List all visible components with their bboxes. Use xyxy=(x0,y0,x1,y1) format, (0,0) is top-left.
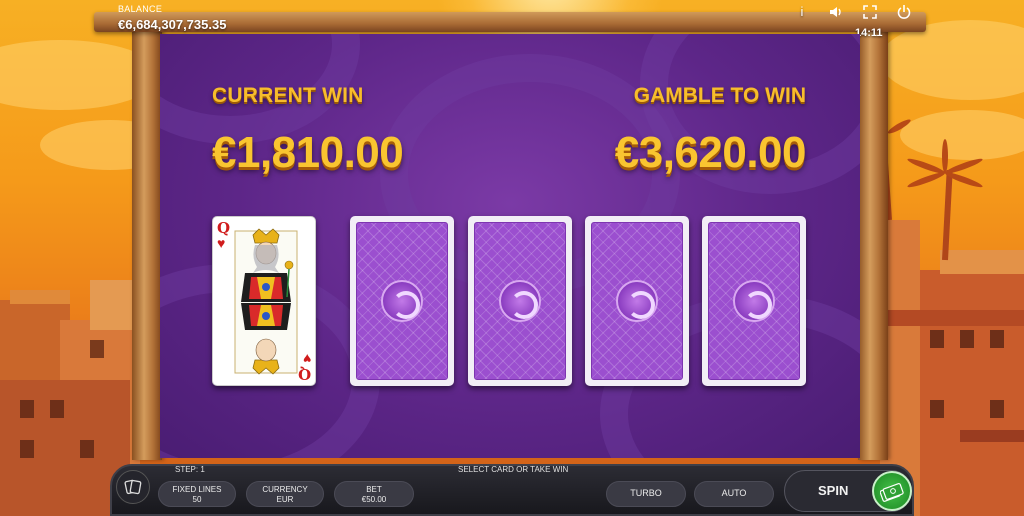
window xyxy=(80,440,94,458)
fixed-lines-label: FIXED LINES xyxy=(172,485,222,494)
roof xyxy=(940,250,1024,274)
fullscreen-icon[interactable] xyxy=(862,4,878,20)
face-down-card-1[interactable] xyxy=(350,216,454,386)
control-bar: STEP: 1 SELECT CARD OR TAKE WIN FIXED LI… xyxy=(0,458,1024,516)
gamble-board: CURRENT WIN €1,810.00 GAMBLE TO WIN €3,6… xyxy=(160,34,860,458)
take-win-button[interactable] xyxy=(872,471,912,511)
balcony xyxy=(960,430,1024,442)
auto-button[interactable]: AUTO xyxy=(694,481,774,507)
wooden-post-right xyxy=(858,20,888,460)
roof xyxy=(10,290,70,304)
window xyxy=(990,400,1004,418)
face-down-card-2[interactable] xyxy=(468,216,572,386)
gamble-to-win-value: €3,620.00 xyxy=(614,128,807,177)
window xyxy=(20,400,34,418)
cloud xyxy=(900,110,1024,160)
logo-icon xyxy=(733,280,775,322)
balance-value: €6,684,307,735.35 xyxy=(118,17,227,32)
status-message: SELECT CARD OR TAKE WIN xyxy=(458,465,569,474)
currency-label: CURRENCY xyxy=(262,485,308,494)
money-icon xyxy=(879,483,904,502)
turbo-button[interactable]: TURBO xyxy=(606,481,686,507)
dealer-card: Q ♥ ♥ Q xyxy=(212,216,316,386)
bet-button[interactable]: BET €50.00 xyxy=(334,481,414,507)
sound-icon[interactable] xyxy=(828,4,844,20)
window xyxy=(990,330,1004,348)
fixed-lines-display: FIXED LINES 50 xyxy=(158,481,236,507)
window xyxy=(20,440,34,458)
info-icon[interactable]: i xyxy=(794,4,810,20)
window xyxy=(90,340,104,358)
card-rank: Q xyxy=(297,365,311,383)
logo-icon xyxy=(616,280,658,322)
card-back-pattern xyxy=(356,222,448,380)
window xyxy=(50,400,64,418)
step-indicator: STEP: 1 xyxy=(175,465,205,474)
spin-label: SPIN xyxy=(818,483,849,498)
gamble-to-win-label: GAMBLE TO WIN xyxy=(633,84,806,107)
current-win-value: €1,810.00 xyxy=(212,128,404,177)
card-back-pattern xyxy=(474,222,566,380)
bet-value: €50.00 xyxy=(361,495,387,504)
window xyxy=(930,400,944,418)
card-back-pattern xyxy=(708,222,800,380)
heart-icon: ♥ xyxy=(217,235,226,251)
fixed-lines-value: 50 xyxy=(192,495,202,504)
window xyxy=(960,330,974,348)
bet-label: BET xyxy=(366,485,382,494)
face-down-card-3[interactable] xyxy=(585,216,689,386)
current-win-label: CURRENT WIN xyxy=(212,84,364,107)
logo-icon xyxy=(381,280,423,322)
gamble-cards-button[interactable] xyxy=(116,470,150,504)
card-back-pattern xyxy=(591,222,683,380)
window xyxy=(930,330,944,348)
wooden-post-left xyxy=(132,20,162,460)
power-icon[interactable] xyxy=(896,4,912,20)
spin-button[interactable]: SPIN xyxy=(784,470,912,512)
top-icons: i xyxy=(794,4,912,20)
cards-icon xyxy=(124,479,142,495)
face-down-card-4[interactable] xyxy=(702,216,806,386)
palm-leaf xyxy=(906,170,947,190)
awning xyxy=(888,310,1024,326)
logo-icon xyxy=(499,280,541,322)
palm-leaf xyxy=(942,139,948,173)
queen-illustration xyxy=(234,228,298,375)
palm-tree xyxy=(942,169,953,261)
balance-label: BALANCE xyxy=(118,4,163,14)
top-bar: BALANCE €6,684,307,735.35 i 14:11 xyxy=(0,0,1024,39)
currency-value: EUR xyxy=(276,495,294,504)
currency-button[interactable]: CURRENCY EUR xyxy=(246,481,324,507)
